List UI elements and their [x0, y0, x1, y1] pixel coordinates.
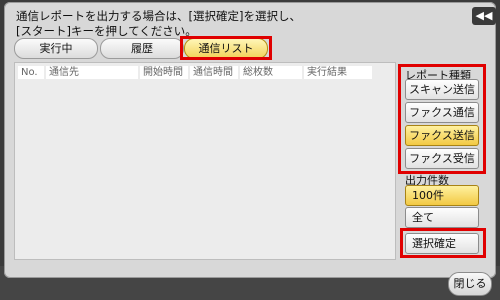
highlight-box-tab — [180, 36, 272, 60]
column-header-result: 実行結果 — [304, 66, 372, 79]
output-count-100-button[interactable]: 100件 — [405, 185, 479, 206]
output-count-all-button[interactable]: 全て — [405, 207, 479, 228]
back-button[interactable]: ◀◀ — [472, 7, 496, 25]
confirm-selection-button[interactable]: 選択確定 — [405, 233, 479, 254]
report-type-fax-communication-button[interactable]: ファクス通信 — [405, 102, 479, 123]
column-header-duration: 通信時間 — [190, 66, 238, 79]
column-header-start-time: 開始時間 — [140, 66, 188, 79]
instruction-line-1: 通信レポートを出力する場合は、[選択確定]を選択し、 — [16, 9, 301, 23]
column-header-no: No. — [18, 66, 44, 79]
report-type-fax-receive-button[interactable]: ファクス受信 — [405, 148, 479, 169]
communication-list-panel: No. 通信先 開始時間 通信時間 総枚数 実行結果 — [14, 62, 396, 260]
instruction-message: 通信レポートを出力する場合は、[選択確定]を選択し、 [スタート]キーを押してく… — [16, 9, 416, 39]
close-button[interactable]: 閉じる — [448, 272, 492, 296]
report-type-fax-send-button[interactable]: ファクス送信 — [405, 125, 479, 146]
column-header-total-pages: 総枚数 — [240, 66, 302, 79]
column-header-destination: 通信先 — [46, 66, 138, 79]
report-type-scan-send-button[interactable]: スキャン送信 — [405, 79, 479, 100]
tab-history[interactable]: 履歴 — [100, 38, 184, 59]
tab-in-progress[interactable]: 実行中 — [14, 38, 98, 59]
